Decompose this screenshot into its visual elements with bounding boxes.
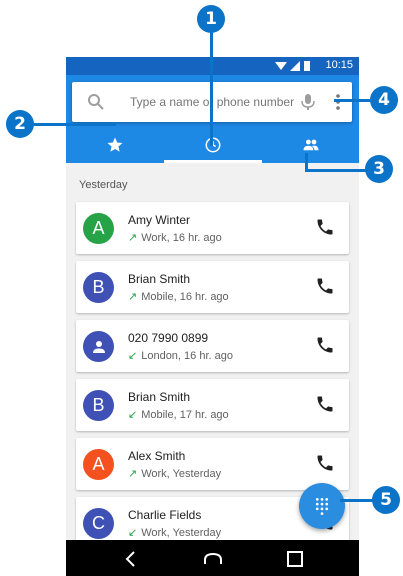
call-detail-text: Mobile, 17 hr. ago [141, 409, 229, 421]
call-detail: ↙ Work, Yesterday [128, 526, 221, 539]
caller-name: Brian Smith [128, 272, 191, 286]
battery-icon [304, 61, 310, 71]
caller-name: Amy Winter [128, 213, 191, 227]
clock-icon [205, 137, 221, 153]
status-icons [275, 61, 310, 71]
star-icon [107, 137, 123, 152]
signal-icon [290, 61, 300, 71]
dialpad-icon [315, 497, 329, 515]
avatar[interactable]: A [83, 449, 114, 480]
callout-4: 4 [370, 86, 398, 114]
avatar[interactable] [83, 331, 114, 362]
callout-line [210, 30, 213, 146]
navigation-bar [66, 540, 359, 576]
tab-recents[interactable] [164, 127, 262, 163]
section-header: Yesterday [79, 179, 128, 191]
incoming-call-icon: ↙ [128, 527, 138, 539]
caller-name: Brian Smith [128, 390, 191, 404]
microphone-icon[interactable] [298, 92, 318, 112]
call-log-entry[interactable]: A Amy Winter ↗ Work, 16 hr. ago [76, 202, 349, 254]
avatar[interactable]: A [83, 213, 114, 244]
callout-3: 3 [365, 155, 393, 183]
phone-icon[interactable] [315, 217, 335, 237]
call-detail-text: London, 16 hr. ago [141, 350, 233, 362]
avatar[interactable]: B [83, 272, 114, 303]
call-detail: ↗ Mobile, 16 hr. ago [128, 290, 229, 303]
caller-name: Charlie Fields [128, 508, 202, 522]
call-log-entry[interactable]: A Alex Smith ↗ Work, Yesterday [76, 438, 349, 490]
outgoing-call-icon: ↗ [128, 468, 138, 480]
callout-line [305, 169, 367, 172]
outgoing-call-icon: ↗ [128, 232, 138, 244]
incoming-call-icon: ↙ [128, 409, 138, 421]
callout-line [334, 99, 372, 102]
call-detail-text: Mobile, 16 hr. ago [141, 291, 229, 303]
status-time: 10:15 [325, 59, 353, 71]
call-detail: ↙ London, 16 hr. ago [128, 349, 233, 362]
more-options-icon[interactable] [328, 92, 348, 112]
tab-speed-dial[interactable] [66, 127, 164, 163]
callout-5: 5 [372, 486, 400, 514]
call-detail-text: Work, 16 hr. ago [141, 232, 222, 244]
incoming-call-icon: ↙ [128, 350, 138, 362]
phone-icon[interactable] [315, 453, 335, 473]
call-log-entry[interactable]: B Brian Smith ↙ Mobile, 17 hr. ago [76, 379, 349, 431]
phone-icon[interactable] [315, 276, 335, 296]
call-log-entry[interactable]: 020 7990 0899 ↙ London, 16 hr. ago [76, 320, 349, 372]
call-detail-text: Work, Yesterday [141, 527, 222, 539]
call-detail-text: Work, Yesterday [141, 468, 222, 480]
caller-name: Alex Smith [128, 449, 186, 463]
call-detail: ↗ Work, Yesterday [128, 467, 221, 480]
search-icon [88, 94, 104, 110]
call-detail: ↗ Work, 16 hr. ago [128, 231, 222, 244]
caller-name: 020 7990 0899 [128, 331, 209, 345]
call-detail: ↙ Mobile, 17 hr. ago [128, 408, 229, 421]
person-icon [92, 340, 105, 353]
callout-line [26, 123, 116, 126]
callout-1: 1 [197, 5, 225, 33]
people-icon [303, 139, 318, 151]
back-icon[interactable] [120, 548, 142, 570]
dialpad-button[interactable] [299, 483, 345, 529]
callout-2: 2 [6, 110, 34, 138]
phone-icon[interactable] [315, 335, 335, 355]
wifi-icon [275, 62, 287, 70]
outgoing-call-icon: ↗ [128, 291, 138, 303]
call-log-entry[interactable]: B Brian Smith ↗ Mobile, 16 hr. ago [76, 261, 349, 313]
home-icon[interactable] [202, 548, 224, 570]
tab-contacts[interactable] [262, 127, 359, 163]
phone-icon[interactable] [315, 394, 335, 414]
avatar[interactable]: B [83, 390, 114, 421]
recents-icon[interactable] [284, 548, 306, 570]
callout-line [340, 499, 374, 502]
avatar[interactable]: C [83, 508, 114, 539]
